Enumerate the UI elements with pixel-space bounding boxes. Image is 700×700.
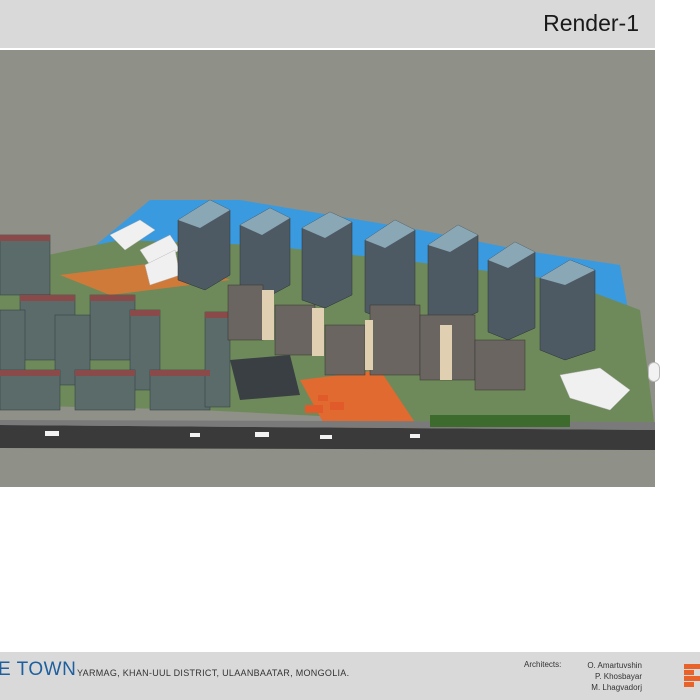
render-illustration [0,50,655,487]
architect-name: P. Khosbayar [595,672,642,681]
architect-name: M. Lhagvadorj [591,683,642,692]
project-location: YARMAG, KHAN-UUL DISTRICT, ULAANBAATAR, … [77,668,350,678]
project-name: E TOWN [0,659,77,680]
footer-bar: E TOWN YARMAG, KHAN-UUL DISTRICT, ULAANB… [0,652,700,700]
architects-list: O. Amartuvshin P. Khosbayar M. Lhagvador… [560,660,642,693]
header-margin [655,0,700,48]
scroll-handle[interactable] [648,362,660,382]
page-title: Render-1 [543,10,639,36]
architect-name: O. Amartuvshin [587,661,642,670]
architects-label: Architects: [524,660,562,669]
render-image [0,50,655,487]
header-bar: Render-1 [0,0,655,48]
firm-logo-icon [684,664,700,687]
